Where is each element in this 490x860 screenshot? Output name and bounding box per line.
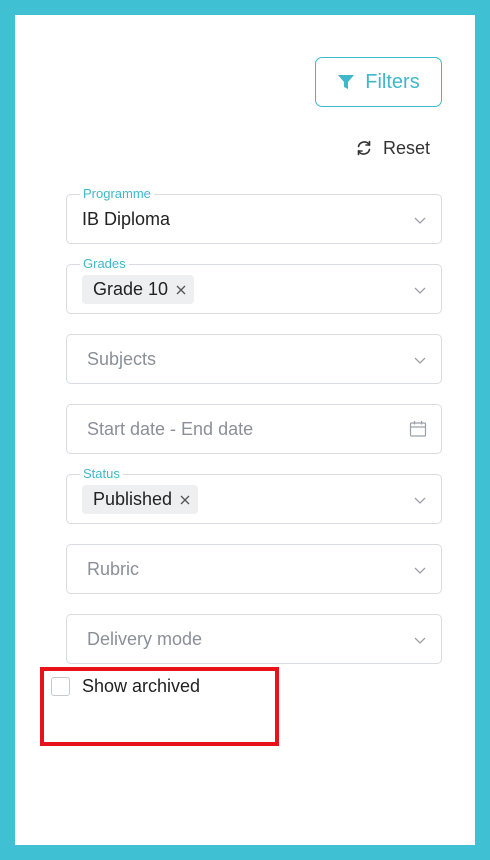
date-range-placeholder: Start date - End date [87,418,254,439]
chevron-down-icon [414,497,426,504]
close-icon[interactable] [174,283,188,297]
grades-label: Grades [80,256,129,272]
grade-chip-label: Grade 10 [93,279,169,299]
show-archived-checkbox[interactable] [51,677,70,696]
subjects-placeholder: Subjects [87,348,157,369]
show-archived-label: Show archived [82,676,201,696]
subjects-select[interactable]: Subjects [66,334,442,384]
funnel-icon [338,75,355,89]
status-select[interactable]: Status Published [66,466,442,524]
show-archived-toggle[interactable]: Show archived [51,676,200,697]
reset-button-label: Reset [383,137,431,158]
delivery-mode-placeholder: Delivery mode [87,628,203,649]
grades-select[interactable]: Grades Grade 10 [66,256,442,314]
calendar-icon [409,421,427,437]
close-icon[interactable] [178,493,192,507]
status-chip: Published [82,485,199,514]
chevron-down-icon [414,357,426,364]
grade-chip: Grade 10 [82,275,195,304]
date-range-input[interactable]: Start date - End date [66,404,442,454]
chevron-down-icon [414,287,426,294]
programme-value: IB Diploma [82,208,171,229]
rubric-placeholder: Rubric [87,558,140,579]
delivery-mode-select[interactable]: Delivery mode [66,614,442,664]
reset-button[interactable]: Reset [355,135,430,161]
status-label: Status [80,466,123,482]
rubric-select[interactable]: Rubric [66,544,442,594]
chevron-down-icon [414,637,426,644]
filter-panel: Filters Reset Programme IB Diploma Grade… [15,15,475,845]
programme-select[interactable]: Programme IB Diploma [66,186,442,244]
filters-button[interactable]: Filters [315,57,442,107]
status-chip-label: Published [93,489,173,509]
refresh-icon [357,140,371,156]
chevron-down-icon [414,567,426,574]
filters-button-label: Filters [365,70,420,93]
chevron-down-icon [414,217,426,224]
